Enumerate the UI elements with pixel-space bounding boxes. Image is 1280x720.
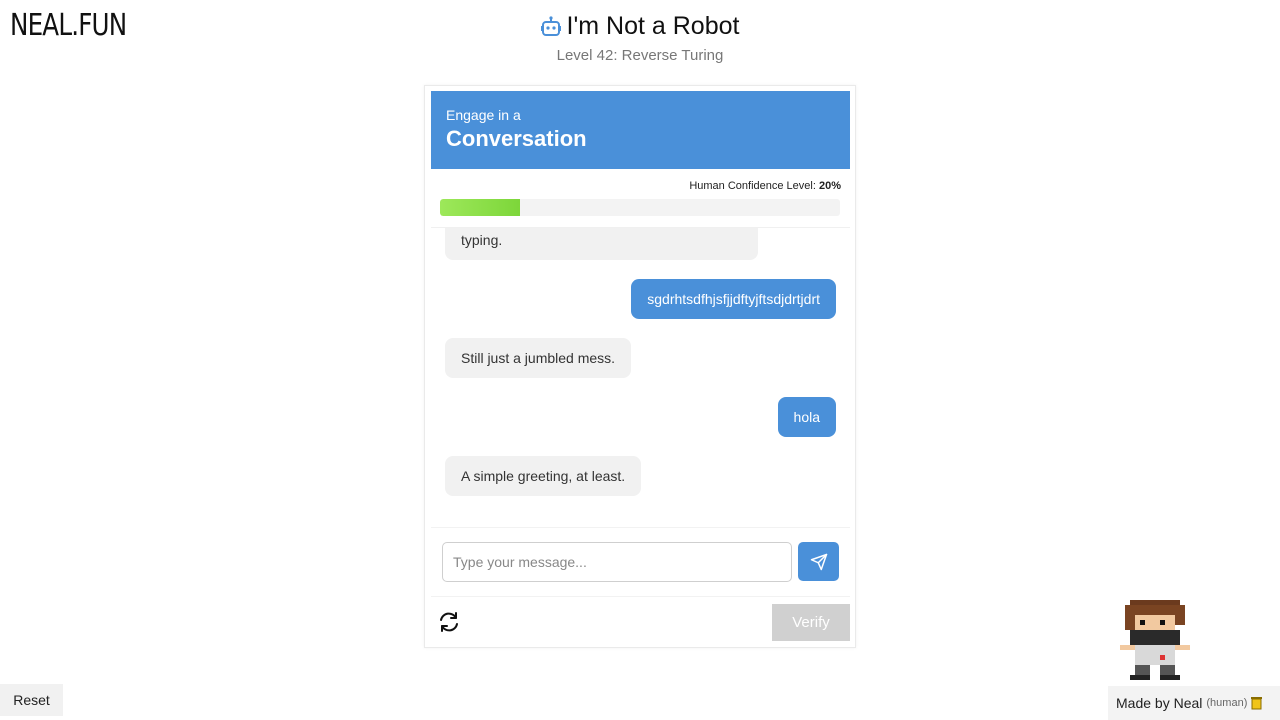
title-text: I'm Not a Robot	[566, 12, 740, 40]
confidence-label: Human Confidence Level: 20%	[431, 180, 841, 192]
robot-icon	[540, 15, 561, 36]
message-input[interactable]	[442, 542, 792, 582]
card-header: Engage in a Conversation	[431, 91, 850, 169]
chat-message-bot: A simple greeting, at least.	[445, 456, 642, 496]
send-icon	[810, 553, 827, 570]
confidence-progress-bar	[440, 199, 840, 216]
pixel-character[interactable]	[1115, 600, 1195, 680]
chat-message-bot: Still just a jumbled mess.	[445, 338, 632, 378]
confidence-label-text: Human Confidence Level:	[689, 180, 816, 192]
challenge-card: Engage in a Conversation Human Confidenc…	[424, 85, 856, 648]
chat-log[interactable]: typing. sgdrhtsdfhjsfjjdftyjftsdjdrtjdrt…	[431, 228, 850, 527]
level-subtitle: Level 42: Reverse Turing	[556, 46, 724, 64]
card-heading-small: Engage in a	[446, 107, 521, 123]
card-heading-big: Conversation	[446, 126, 587, 151]
made-by-footer[interactable]: Made by Neal (human)	[1108, 686, 1280, 720]
chat-message-user: sgdrhtsdfhjsfjjdftyjftsdjdrtjdrt	[631, 279, 836, 319]
confidence-value: 20%	[818, 180, 841, 192]
cup-icon	[1251, 697, 1263, 710]
chat-message-user: hola	[777, 397, 836, 437]
message-composer	[431, 527, 850, 597]
page-header: I'm Not a Robot Level 42: Reverse Turing	[0, 12, 1280, 64]
send-button[interactable]	[798, 542, 839, 581]
chat-message-bot: typing.	[445, 228, 758, 260]
human-tag: (human)	[1206, 697, 1248, 709]
reset-button[interactable]: Reset	[0, 684, 63, 716]
confidence-progress-fill	[440, 199, 520, 216]
page-title: I'm Not a Robot	[540, 12, 740, 41]
refresh-icon[interactable]	[437, 610, 461, 634]
verify-button[interactable]: Verify	[772, 604, 850, 641]
made-by-text: Made by Neal	[1116, 695, 1203, 711]
